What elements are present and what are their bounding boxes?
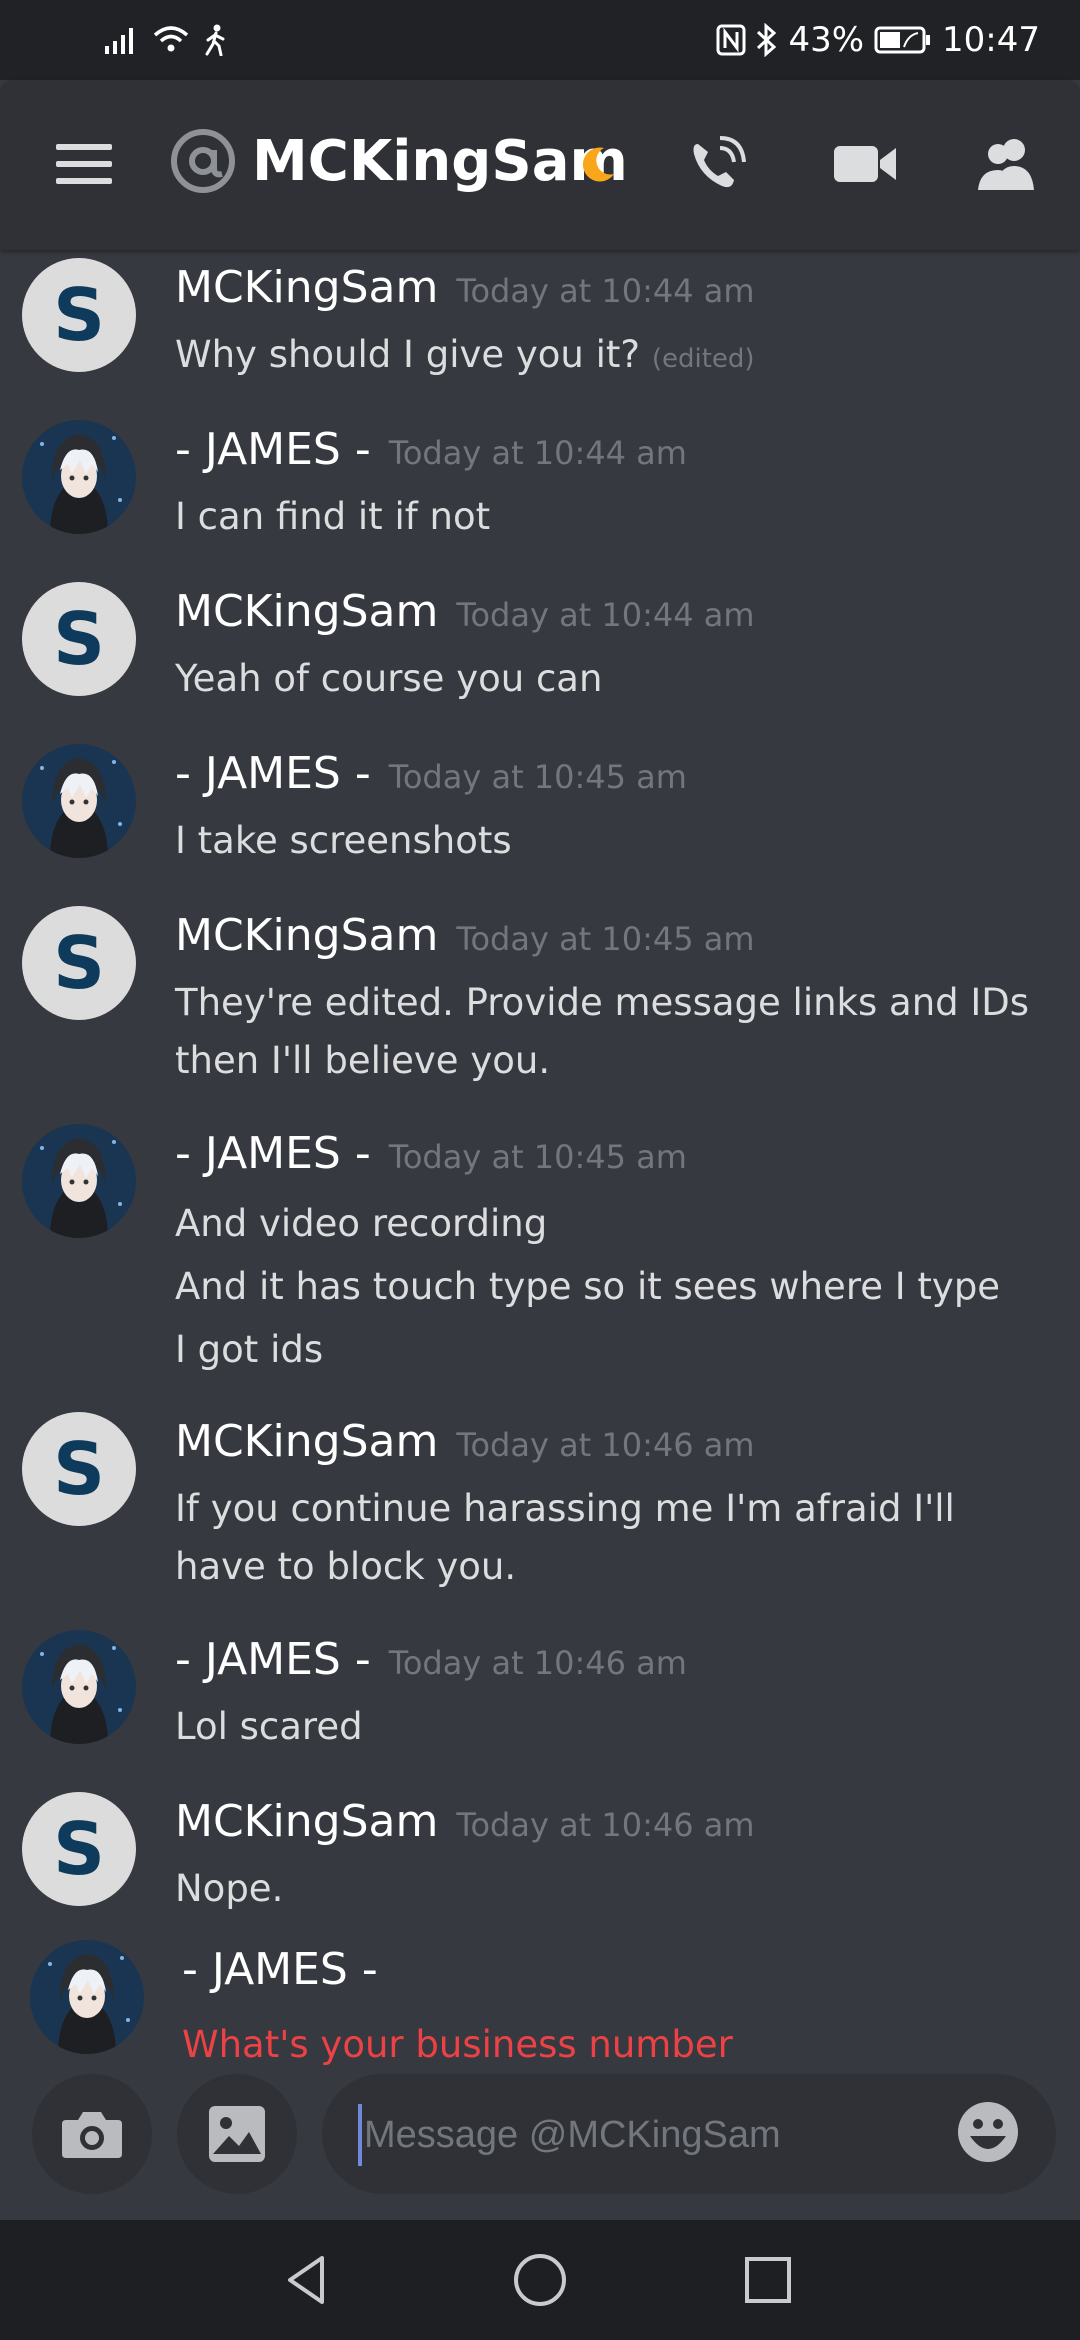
message-text: And video recording — [175, 1202, 548, 1245]
avatar[interactable]: S — [22, 1412, 136, 1526]
anime-avatar-image — [30, 1940, 144, 2054]
message-input-container[interactable] — [322, 2074, 1056, 2194]
message-text: I take screenshots — [175, 819, 512, 862]
home-icon[interactable] — [510, 2250, 570, 2310]
message-author[interactable]: MCKingSam — [175, 262, 438, 313]
message-composer — [0, 2070, 1080, 2220]
avatar[interactable] — [22, 744, 136, 858]
battery-icon — [874, 26, 931, 54]
edited-label: (edited) — [651, 344, 755, 374]
avatar[interactable] — [22, 420, 136, 534]
avatar[interactable]: S — [22, 258, 136, 372]
anime-avatar-image — [22, 1124, 136, 1238]
channel-header: MCKingSam — [0, 80, 1080, 250]
message-author[interactable]: MCKingSam — [175, 586, 438, 637]
avatar[interactable]: S — [22, 1792, 136, 1906]
message-timestamp: Today at 10:46 am — [456, 1426, 755, 1464]
call-icon[interactable] — [686, 134, 756, 194]
message-author[interactable]: - JAMES - — [175, 1634, 371, 1685]
anime-avatar-image — [22, 1630, 136, 1744]
emoji-icon[interactable] — [956, 2100, 1020, 2164]
message-author[interactable]: - JAMES - — [175, 1128, 371, 1179]
bluetooth-icon — [757, 23, 777, 57]
message-text: Nope. — [175, 1867, 284, 1910]
anime-avatar-image — [22, 420, 136, 534]
walking-icon — [205, 24, 225, 56]
message-timestamp: Today at 10:46 am — [388, 1644, 687, 1682]
message-timestamp: Today at 10:44 am — [456, 272, 755, 310]
message-author[interactable]: - JAMES - — [175, 748, 371, 799]
signal-icon — [105, 28, 133, 54]
back-icon[interactable] — [278, 2250, 338, 2310]
message-author[interactable]: MCKingSam — [175, 1416, 438, 1467]
message-text: They're edited. Provide message links an… — [175, 981, 1030, 1082]
avatar[interactable] — [22, 1630, 136, 1744]
anime-avatar-image — [22, 744, 136, 858]
message-timestamp: Today at 10:44 am — [456, 596, 755, 634]
clock: 10:47 — [942, 20, 1040, 60]
recents-icon[interactable] — [738, 2250, 798, 2310]
members-icon[interactable] — [972, 134, 1042, 194]
message-text: And it has touch type so it sees where I… — [175, 1265, 1001, 1308]
message-author[interactable]: - JAMES - — [182, 1944, 378, 1995]
image-button[interactable] — [177, 2074, 297, 2194]
message-author[interactable]: MCKingSam — [175, 1796, 438, 1847]
camera-icon — [62, 2112, 122, 2158]
message-text: Yeah of course you can — [175, 657, 603, 700]
message-timestamp: Today at 10:45 am — [388, 1138, 687, 1176]
message-timestamp: Today at 10:45 am — [456, 920, 755, 958]
avatar[interactable] — [30, 1940, 144, 2054]
message-text: Lol scared — [175, 1705, 363, 1748]
wifi-icon — [153, 26, 189, 52]
system-nav-bar — [0, 2220, 1080, 2340]
camera-button[interactable] — [32, 2074, 152, 2194]
menu-icon[interactable] — [56, 144, 112, 184]
battery-percent: 43% — [788, 20, 865, 60]
page-title: MCKingSam — [252, 129, 628, 194]
avatar[interactable]: S — [22, 582, 136, 696]
idle-status-moon-icon — [582, 147, 614, 182]
message-text: I got ids — [175, 1328, 324, 1371]
avatar[interactable]: S — [22, 906, 136, 1020]
message-text: I can find it if not — [175, 495, 491, 538]
message-author[interactable]: MCKingSam — [175, 910, 438, 961]
video-icon[interactable] — [830, 134, 900, 194]
image-icon — [209, 2106, 265, 2162]
message-list[interactable]: S MCKingSam Today at 10:44 am Why should … — [0, 250, 1080, 2070]
message-text: If you continue harassing me I'm afraid … — [175, 1487, 955, 1588]
message-input[interactable] — [358, 2104, 926, 2166]
nfc-icon — [716, 24, 746, 56]
message-timestamp: Today at 10:46 am — [456, 1806, 755, 1844]
message-timestamp: Today at 10:45 am — [388, 758, 687, 796]
message-timestamp: Today at 10:44 am — [388, 434, 687, 472]
message-text: Why should I give you it? — [175, 333, 641, 376]
at-icon — [171, 129, 235, 193]
status-bar: 43% 10:47 — [0, 0, 1080, 80]
message-author[interactable]: - JAMES - — [175, 424, 371, 475]
avatar[interactable] — [22, 1124, 136, 1238]
message-text: What's your business number — [182, 2023, 733, 2066]
